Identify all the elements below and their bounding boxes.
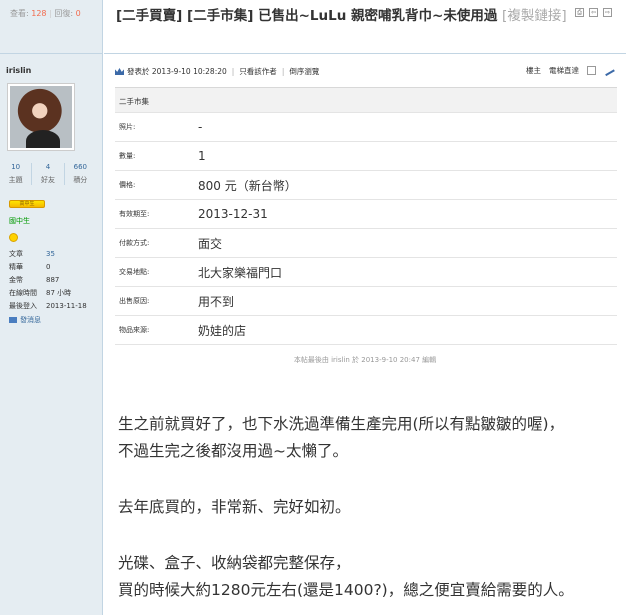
field-value: 用不到 xyxy=(198,294,235,309)
field-key: 交易地點: xyxy=(119,268,150,276)
rank-badge: 高中生 xyxy=(9,200,45,208)
info-row: 最後登入 2013-11-18 xyxy=(9,300,102,313)
table-row: 有效期至: 2013-12-31 xyxy=(115,200,617,229)
author-name[interactable]: irislin xyxy=(6,66,102,75)
stat-points[interactable]: 660 積分 xyxy=(65,163,96,185)
field-value: 北大家樂福門口 xyxy=(198,265,283,280)
field-value: 奶娃的店 xyxy=(198,323,247,338)
field-value: 2013-12-31 xyxy=(198,207,268,221)
print-icon[interactable]: ⎙ xyxy=(575,8,584,17)
only-author-link[interactable]: 只看該作者 xyxy=(239,66,277,77)
field-value: 面交 xyxy=(198,236,223,251)
body-paragraph: 光碟、盒子、收納袋都完整保存， xyxy=(118,554,351,572)
body-paragraph: 不過生完之後都沒用過~太懶了。 xyxy=(118,442,348,460)
thread-stats: 查看: 128 | 回復: 0 xyxy=(0,0,102,54)
post-meta: 發表於 2013-9-10 10:28:20 | 只看該作者 | 倒序瀏覽 xyxy=(115,66,319,77)
avatar[interactable] xyxy=(7,83,75,151)
copy-link-button[interactable]: [複製鏈接] xyxy=(502,8,567,24)
info-value: 87 小時 xyxy=(46,289,72,297)
body-paragraph: 去年底買的，非常新、完好如初。 xyxy=(118,498,351,516)
info-row: 精華 0 xyxy=(9,261,102,274)
table-row: 照片: - xyxy=(115,113,617,142)
post-body: 生之前就買好了，也下水洗過準備生產完用(所以有點皺皺的喔)， 不過生完之後都沒用… xyxy=(118,411,574,604)
send-message-label: 發消息 xyxy=(20,316,41,324)
next-thread-icon[interactable]: ⇨ xyxy=(603,8,612,17)
replies-label: 回復: xyxy=(54,9,74,18)
stat-threads[interactable]: 10 主題 xyxy=(0,163,33,185)
edit-note: 本帖最後由 irislin 於 2013-9-10 20:47 編輯 xyxy=(293,356,437,364)
field-key: 數量: xyxy=(119,152,136,160)
table-row: 出售原因: 用不到 xyxy=(115,287,617,316)
field-key: 有效期至: xyxy=(119,210,150,218)
floor-label: 樓主 xyxy=(526,66,541,75)
thread-title: [二手買賣] [二手市集] 已售出~LuLu 親密哺乳背巾~未使用過 [複製鏈接… xyxy=(116,6,606,27)
replies-count: 0 xyxy=(75,9,81,18)
views-count: 128 xyxy=(31,9,47,18)
info-row: 在線時間 87 小時 xyxy=(9,287,102,300)
floor-number-input[interactable] xyxy=(587,66,596,75)
crown-icon xyxy=(115,68,124,75)
table-row: 價格: 800 元（新台幣） xyxy=(115,171,617,200)
elevator-link[interactable]: 電梯直達 xyxy=(549,65,579,76)
info-key: 文章 xyxy=(9,250,23,258)
stat-value: 660 xyxy=(73,163,87,171)
go-arrow-icon[interactable] xyxy=(603,65,615,76)
user-group[interactable]: 國中生 xyxy=(9,216,102,226)
author-stats: 10 主題 4 好友 660 積分 xyxy=(0,163,96,185)
author-info: 文章 35 精華 0 金幣 887 在線時間 87 小時 最後登入 2013-1… xyxy=(9,248,102,313)
trade-info-table: 二手市集 照片: - 數量: 1 價格: 800 元（新台幣） 有效期至: 20… xyxy=(115,87,617,345)
envelope-icon xyxy=(9,317,17,323)
table-row: 交易地點: 北大家樂福門口 xyxy=(115,258,617,287)
info-value[interactable]: 35 xyxy=(46,248,55,261)
stat-friends[interactable]: 4 好友 xyxy=(32,163,65,185)
meta-separator: | xyxy=(231,67,235,76)
author-sidebar: 查看: 128 | 回復: 0 irislin 10 主題 4 好友 660 積… xyxy=(0,0,103,615)
info-key: 最後登入 xyxy=(9,302,37,310)
table-row: 物品來源: 奶娃的店 xyxy=(115,316,617,345)
post-time: 發表於 2013-9-10 10:28:20 xyxy=(127,67,227,76)
table-row: 數量: 1 xyxy=(115,142,617,171)
stat-label: 主題 xyxy=(8,176,23,184)
stat-label: 積分 xyxy=(73,176,88,184)
body-paragraph: 生之前就買好了，也下水洗過準備生產完用(所以有點皺皺的喔)， xyxy=(118,415,565,433)
stat-value: 4 xyxy=(45,163,51,171)
meta-separator: | xyxy=(281,67,285,76)
thread-tools: ⎙ ⇦ ⇨ xyxy=(575,8,612,17)
trade-table-header: 二手市集 xyxy=(115,88,617,113)
info-key: 精華 xyxy=(9,263,23,271)
body-paragraph: 買的時候大約1280元左右(還是1400?)，總之便宜賣給需要的人。 xyxy=(118,581,574,599)
field-value: - xyxy=(198,120,203,134)
field-value: 800 元（新台幣） xyxy=(198,178,297,193)
views-label: 查看: xyxy=(10,9,29,18)
info-row: 文章 35 xyxy=(9,248,102,261)
stat-value: 10 xyxy=(11,163,21,171)
stats-separator: | xyxy=(49,9,52,18)
info-key: 金幣 xyxy=(9,276,23,284)
field-value: 1 xyxy=(198,149,206,163)
info-key: 在線時間 xyxy=(9,289,37,297)
prev-thread-icon[interactable]: ⇦ xyxy=(589,8,598,17)
info-row: 金幣 887 xyxy=(9,274,102,287)
reverse-order-link[interactable]: 倒序瀏覽 xyxy=(289,66,319,77)
info-value: 887 xyxy=(46,276,60,284)
field-key: 物品來源: xyxy=(119,326,150,334)
thread-header: [二手買賣] [二手市集] 已售出~LuLu 親密哺乳背巾~未使用過 [複製鏈接… xyxy=(104,0,626,54)
floor-controls: 樓主 電梯直達 xyxy=(526,65,615,76)
field-key: 照片: xyxy=(119,123,136,131)
table-row: 付款方式: 面交 xyxy=(115,229,617,258)
info-value: 2013-11-18 xyxy=(46,302,87,310)
field-key: 價格: xyxy=(119,181,136,189)
stat-label: 好友 xyxy=(40,176,55,184)
post-content: 發表於 2013-9-10 10:28:20 | 只看該作者 | 倒序瀏覽 樓主… xyxy=(104,55,626,615)
info-value: 0 xyxy=(46,263,51,271)
thread-title-text: [二手買賣] [二手市集] 已售出~LuLu 親密哺乳背巾~未使用過 xyxy=(116,8,498,24)
field-key: 付款方式: xyxy=(119,239,150,247)
field-key: 出售原因: xyxy=(119,297,150,305)
avatar-image xyxy=(10,86,72,148)
send-message-button[interactable]: 發消息 xyxy=(9,315,102,325)
smile-icon xyxy=(9,233,18,242)
